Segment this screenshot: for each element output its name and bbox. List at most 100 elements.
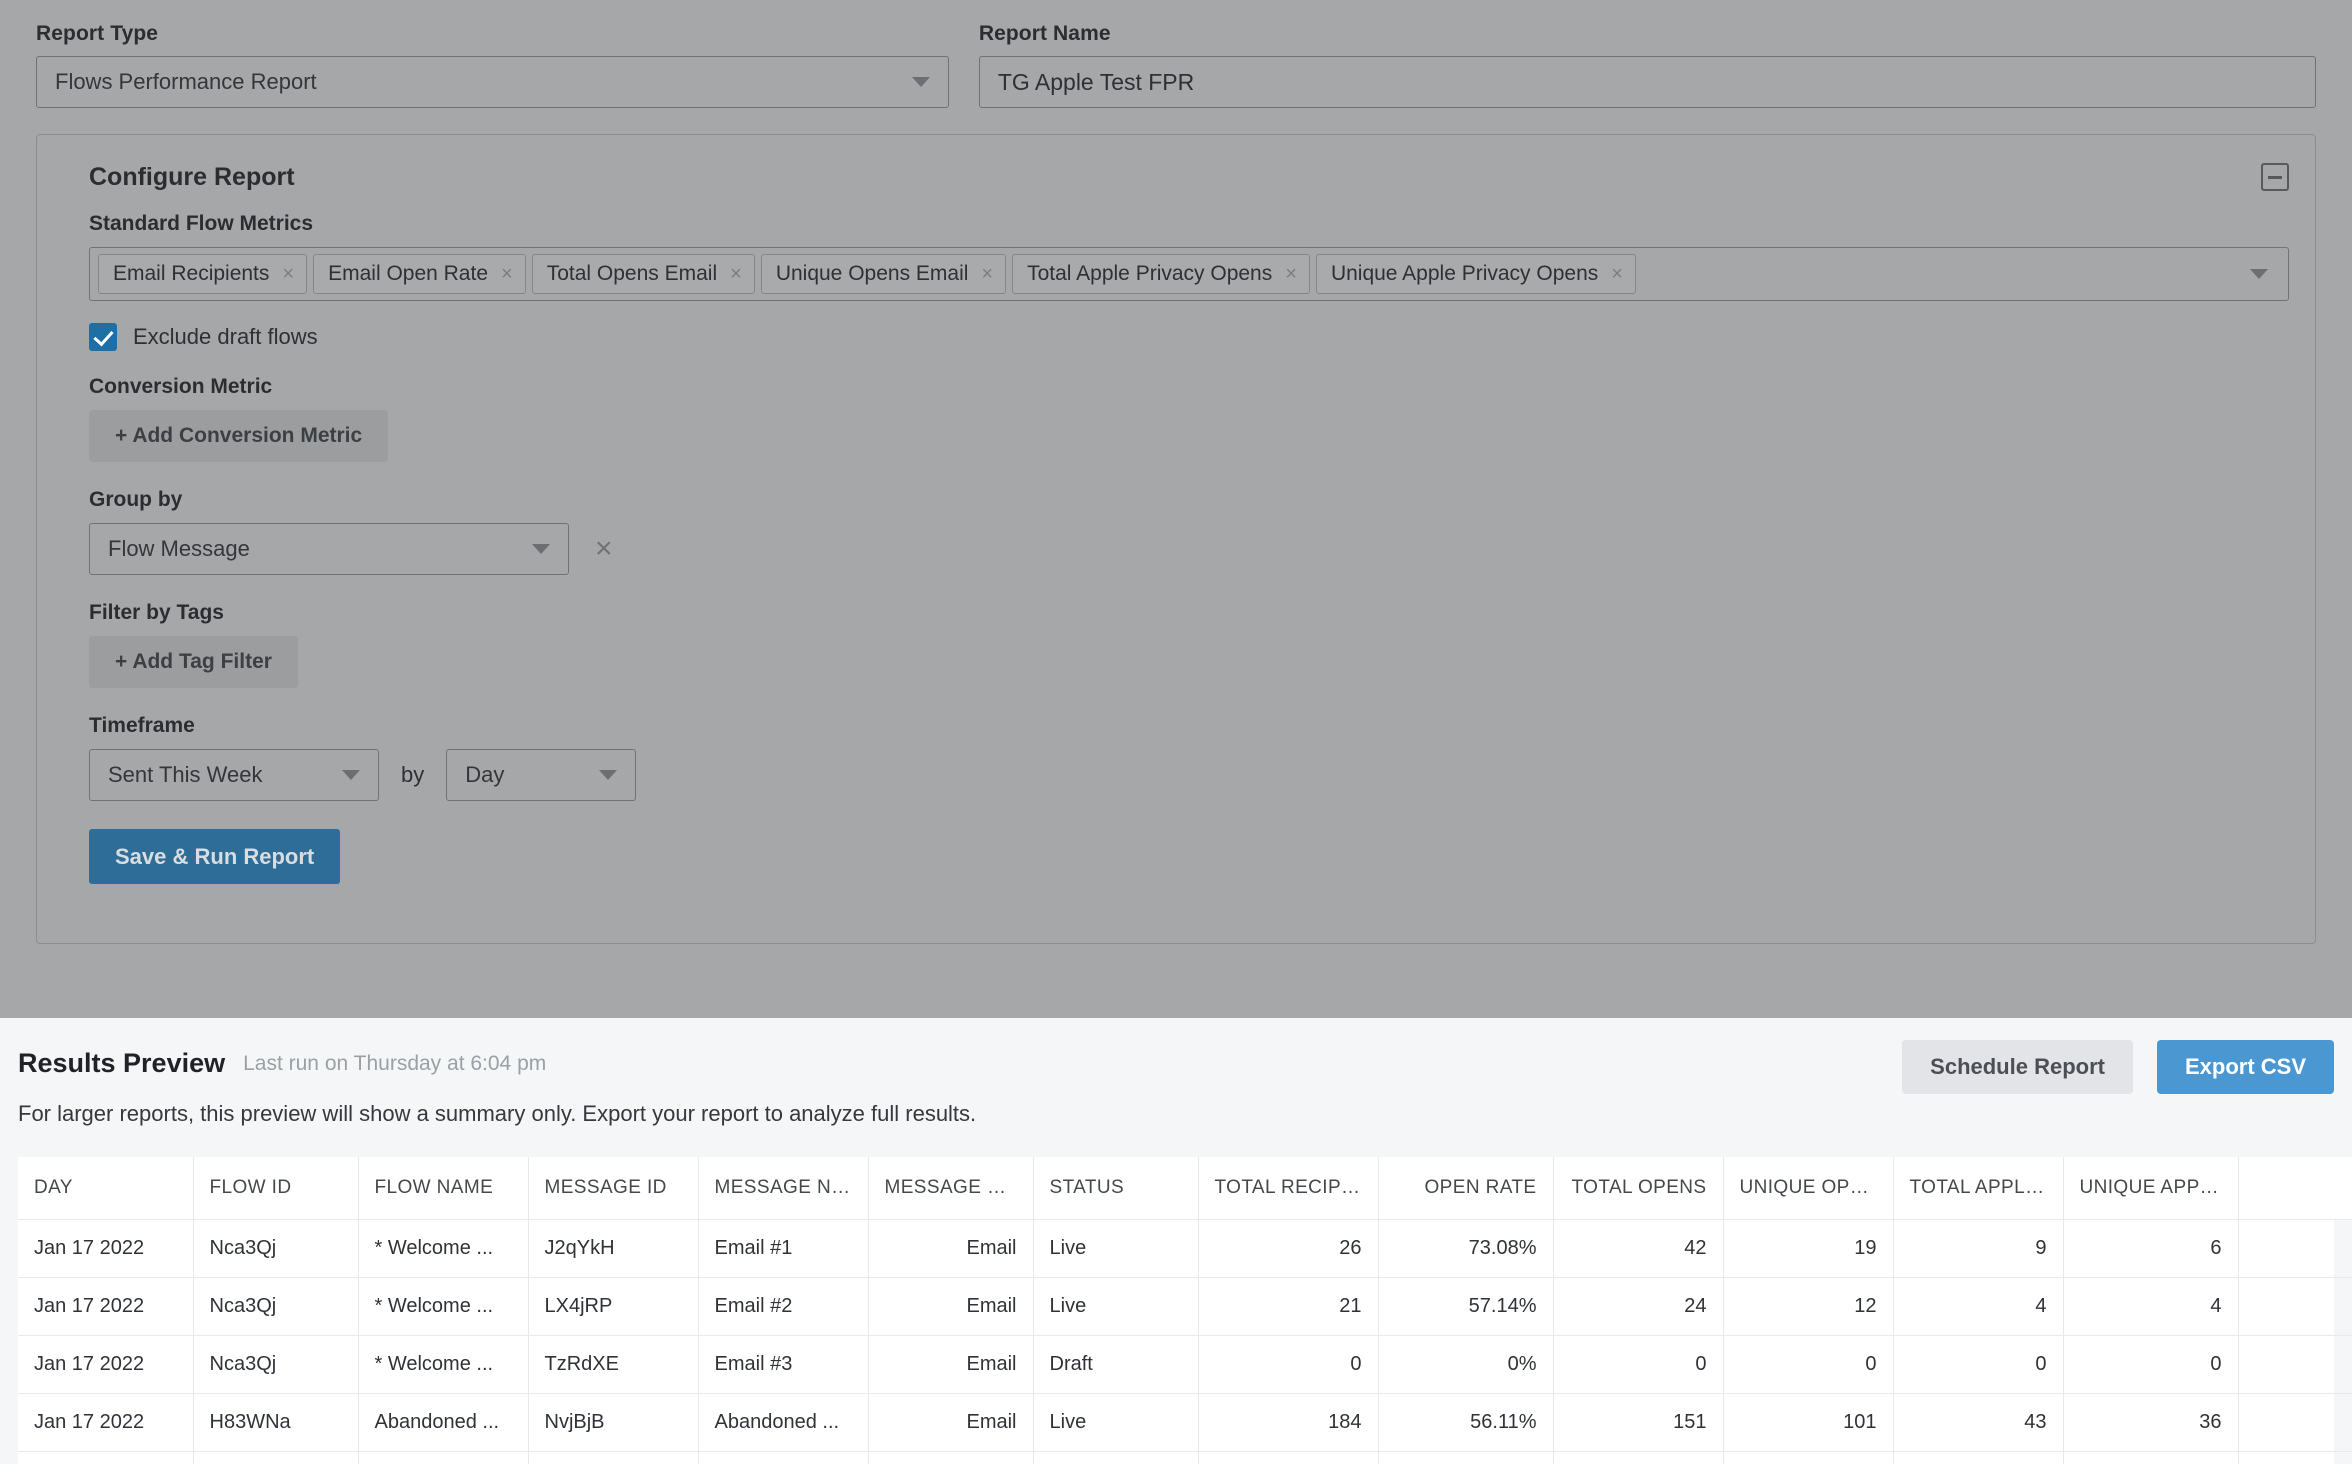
schedule-report-button[interactable]: Schedule Report bbox=[1902, 1040, 2133, 1094]
close-icon[interactable]: × bbox=[730, 264, 742, 284]
exclude-draft-flows-label: Exclude draft flows bbox=[133, 324, 318, 349]
metric-chip[interactable]: Email Open Rate × bbox=[313, 254, 526, 294]
chevron-down-icon bbox=[342, 770, 360, 780]
configure-report-header: Configure Report bbox=[63, 163, 2289, 192]
cell-message-id: TzRdXE bbox=[527, 1334, 699, 1394]
close-icon[interactable]: × bbox=[501, 264, 513, 284]
add-tag-filter-button[interactable]: + Add Tag Filter bbox=[89, 636, 298, 688]
table-row[interactable]: Jan 17 2022 Nca3Qj * Welcome ... LX4jRP … bbox=[18, 1276, 2352, 1336]
metric-chip[interactable]: Unique Apple Privacy Opens × bbox=[1315, 254, 1636, 294]
metric-chip-label: Email Open Rate bbox=[328, 262, 489, 285]
timeframe-value: Sent This Week bbox=[108, 762, 263, 787]
col-flow-id[interactable]: FLOW ID bbox=[192, 1157, 359, 1220]
table-row[interactable]: Jan 17 2022 H83WNa Abandoned ... NvjBjB … bbox=[18, 1392, 2352, 1452]
group-by-select[interactable]: Flow Message bbox=[89, 523, 569, 575]
group-by-label: Group by bbox=[89, 488, 183, 511]
col-flow-name[interactable]: FLOW NAME bbox=[357, 1157, 529, 1220]
report-type-select[interactable]: Flows Performance Report bbox=[36, 56, 949, 108]
cell-total-opens: 0 bbox=[1552, 1334, 1724, 1394]
cell-open-rate: 73.08% bbox=[1377, 1218, 1554, 1278]
timeframe-by-label: by bbox=[401, 762, 425, 787]
cell-unique-apple: 36 bbox=[2062, 1392, 2239, 1452]
remove-group-by-icon[interactable]: × bbox=[595, 534, 613, 564]
table-row[interactable]: Jan 17 2022 Nca3Qj * Welcome ... J2qYkH … bbox=[18, 1218, 2352, 1278]
cell-flow-id: Nca3Qj bbox=[192, 1276, 359, 1336]
cell-unique-apple: 0 bbox=[2062, 1334, 2239, 1394]
cell-message-id: LX4jRP bbox=[527, 1276, 699, 1336]
cell-flow-name: * Welcome ... bbox=[357, 1334, 529, 1394]
cell-tags: N/A bbox=[2237, 1450, 2352, 1464]
timeframe-row: Sent This Week by Day bbox=[89, 749, 2289, 801]
export-csv-button[interactable]: Export CSV bbox=[2156, 1040, 2334, 1094]
cell-total-opens: 151 bbox=[1552, 1392, 1724, 1452]
cell-unique-apple: 26 bbox=[2062, 1450, 2239, 1464]
exclude-draft-flows-row[interactable]: Exclude draft flows bbox=[89, 323, 2289, 351]
table-row[interactable]: Jan 17 2022 H83WNa Abandoned ... Mfhw6m … bbox=[18, 1450, 2352, 1464]
cell-total-recipients: 26 bbox=[1197, 1218, 1379, 1278]
cell-message-name: Abandoned ... bbox=[697, 1392, 869, 1452]
cell-open-rate: 59.72% bbox=[1377, 1450, 1554, 1464]
cell-status: Live bbox=[1032, 1450, 1199, 1464]
cell-total-apple: 9 bbox=[1892, 1218, 2064, 1278]
cell-flow-name: Abandoned ... bbox=[357, 1450, 529, 1464]
cell-total-recipients: 21 bbox=[1197, 1276, 1379, 1336]
cell-total-recipients: 184 bbox=[1197, 1392, 1379, 1452]
timeframe-select[interactable]: Sent This Week bbox=[89, 749, 379, 801]
save-and-run-report-button[interactable]: Save & Run Report bbox=[89, 829, 341, 884]
col-total-opens[interactable]: TOTAL OPENS bbox=[1552, 1157, 1724, 1220]
metric-chip-label: Unique Apple Privacy Opens bbox=[1330, 262, 1599, 285]
report-name-input[interactable]: TG Apple Test FPR bbox=[978, 56, 2316, 108]
cell-flow-name: * Welcome ... bbox=[357, 1218, 529, 1278]
minus-square-icon[interactable] bbox=[2261, 163, 2289, 191]
exclude-draft-flows-checkbox[interactable] bbox=[89, 323, 117, 351]
report-config-region: Report Type Flows Performance Report Rep… bbox=[0, 0, 2352, 1018]
metric-chip[interactable]: Total Opens Email × bbox=[531, 254, 755, 294]
col-unique-opens[interactable]: UNIQUE OPE... bbox=[1722, 1157, 1894, 1220]
cell-message-name: Email #1 bbox=[697, 1218, 869, 1278]
cell-tags: N/A bbox=[2237, 1392, 2352, 1452]
col-day[interactable]: DAY bbox=[18, 1157, 194, 1220]
col-message-id[interactable]: MESSAGE ID bbox=[527, 1157, 699, 1220]
cell-total-opens: 146 bbox=[1552, 1450, 1724, 1464]
group-by-value: Flow Message bbox=[108, 536, 250, 561]
cell-message-channel: Email bbox=[867, 1450, 1034, 1464]
add-conversion-metric-button[interactable]: + Add Conversion Metric bbox=[89, 410, 389, 462]
cell-flow-id: Nca3Qj bbox=[192, 1218, 359, 1278]
cell-flow-id: H83WNa bbox=[192, 1450, 359, 1464]
cell-status: Live bbox=[1032, 1392, 1199, 1452]
col-message-name[interactable]: MESSAGE NA... bbox=[697, 1157, 869, 1220]
cell-message-id: NvjBjB bbox=[527, 1392, 699, 1452]
close-icon[interactable]: × bbox=[1611, 264, 1623, 284]
close-icon[interactable]: × bbox=[1285, 264, 1297, 284]
col-status[interactable]: STATUS bbox=[1032, 1157, 1199, 1220]
cell-day: Jan 17 2022 bbox=[18, 1276, 194, 1336]
results-preview-note: For larger reports, this preview will sh… bbox=[18, 1101, 977, 1126]
col-tags[interactable]: TAGS bbox=[2237, 1157, 2352, 1220]
cell-status: Draft bbox=[1032, 1334, 1199, 1394]
report-type-value: Flows Performance Report bbox=[55, 69, 317, 94]
col-unique-apple[interactable]: UNIQUE APPL... bbox=[2062, 1157, 2239, 1220]
group-by-row: Flow Message × bbox=[89, 523, 2289, 575]
standard-flow-metrics-select[interactable]: Email Recipients × Email Open Rate × Tot… bbox=[89, 247, 2289, 301]
table-body: Jan 17 2022 Nca3Qj * Welcome ... J2qYkH … bbox=[18, 1218, 2352, 1464]
col-message-channel[interactable]: MESSAGE CH... bbox=[867, 1157, 1034, 1220]
table-header-row: DAY FLOW ID FLOW NAME MESSAGE ID MESSAGE… bbox=[18, 1157, 2352, 1220]
close-icon[interactable]: × bbox=[981, 264, 993, 284]
col-open-rate[interactable]: OPEN RATE bbox=[1377, 1157, 1554, 1220]
table-row[interactable]: Jan 17 2022 Nca3Qj * Welcome ... TzRdXE … bbox=[18, 1334, 2352, 1394]
metric-chip[interactable]: Unique Opens Email × bbox=[760, 254, 1007, 294]
cell-total-opens: 42 bbox=[1552, 1218, 1724, 1278]
cell-total-apple: 0 bbox=[1892, 1334, 2064, 1394]
cell-day: Jan 17 2022 bbox=[18, 1218, 194, 1278]
cell-message-name: Abandoned ... bbox=[697, 1450, 869, 1464]
report-name-label: Report Name bbox=[978, 22, 1111, 45]
results-preview-title: Results Preview bbox=[18, 1048, 226, 1078]
metric-chip[interactable]: Total Apple Privacy Opens × bbox=[1012, 254, 1310, 294]
cell-message-channel: Email bbox=[867, 1218, 1034, 1278]
col-total-recipients[interactable]: TOTAL RECIPI... bbox=[1197, 1157, 1379, 1220]
col-total-apple[interactable]: TOTAL APPLE ... bbox=[1892, 1157, 2064, 1220]
close-icon[interactable]: × bbox=[282, 264, 294, 284]
metric-chip[interactable]: Email Recipients × bbox=[98, 254, 308, 294]
timeframe-interval-select[interactable]: Day bbox=[446, 749, 637, 801]
cell-message-id: J2qYkH bbox=[527, 1218, 699, 1278]
